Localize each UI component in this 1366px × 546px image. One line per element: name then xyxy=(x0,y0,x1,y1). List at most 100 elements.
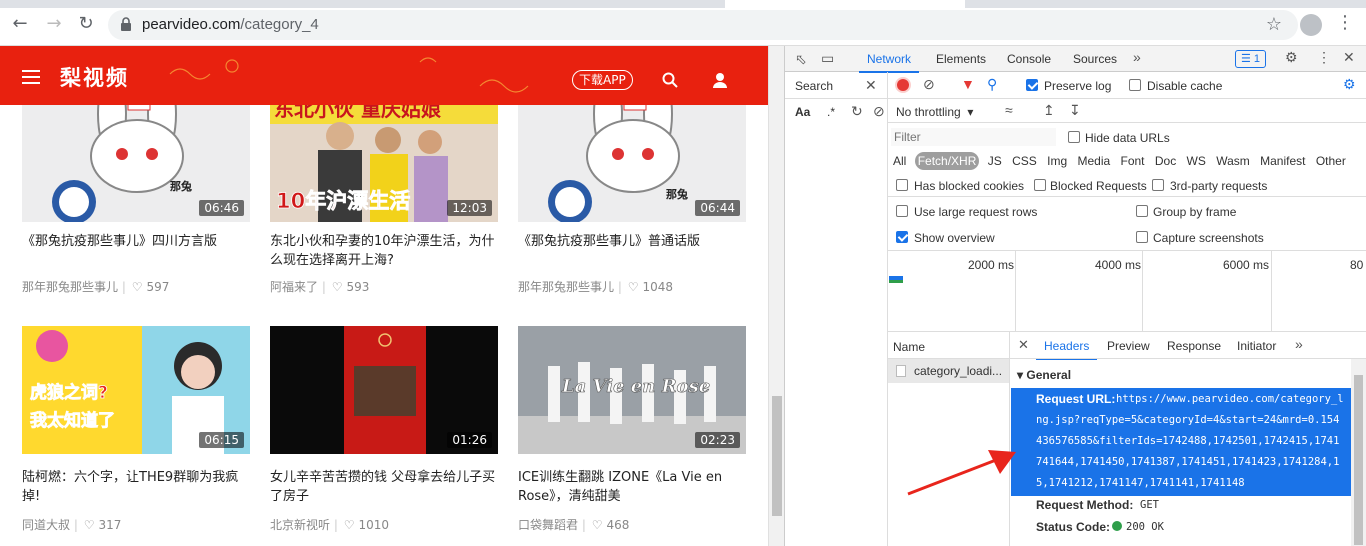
filter-input[interactable] xyxy=(891,128,1056,146)
regex-icon[interactable]: .* xyxy=(827,105,835,119)
user-icon[interactable] xyxy=(712,72,728,88)
video-thumbnail[interactable]: La Vie en Rose 02:23 xyxy=(518,326,746,454)
video-thumbnail[interactable]: 东北小伙 重庆姑娘 10年沪漂生活 12:03 xyxy=(270,94,498,222)
filter-icon[interactable]: ▼ xyxy=(961,76,975,92)
author-name[interactable]: 阿福来了 xyxy=(270,280,318,294)
video-title[interactable]: ICE训练生翻跳 IZONE《La Vie en Rose》，清纯甜美 xyxy=(518,468,746,506)
network-conditions-icon[interactable]: ≈ xyxy=(1005,102,1013,118)
preserve-log-checkbox[interactable] xyxy=(1026,79,1038,91)
site-logo[interactable]: 梨视频 xyxy=(60,62,129,92)
author-name[interactable]: 那年那兔那些事儿 xyxy=(22,280,118,294)
network-settings-gear-icon[interactable]: ⚙ xyxy=(1343,76,1356,93)
type-filter-all[interactable]: All xyxy=(891,152,908,170)
request-row[interactable]: category_loadi... xyxy=(888,359,1009,383)
video-card[interactable]: 那兔 06:46 《那兔抗疫那些事儿》四川方言版 那年那兔那些事儿 | ♡ 597 xyxy=(22,94,250,314)
tab-headers[interactable]: Headers xyxy=(1035,339,1098,360)
bookmark-star-icon[interactable]: ☆ xyxy=(1266,14,1282,35)
active-tab[interactable] xyxy=(725,0,965,8)
blocked-requests-checkbox[interactable] xyxy=(1034,179,1046,191)
type-filter-ws[interactable]: WS xyxy=(1185,152,1208,170)
close-devtools-icon[interactable]: ✕ xyxy=(1343,49,1355,66)
scrollbar-thumb[interactable] xyxy=(772,396,782,516)
tab-response[interactable]: Response xyxy=(1167,339,1221,353)
settings-gear-icon[interactable]: ⚙ xyxy=(1285,49,1298,66)
search-network-icon[interactable]: ⚲ xyxy=(987,76,997,93)
video-card[interactable]: 那兔 06:44 《那兔抗疫那些事儿》普通话版 那年那兔那些事儿 | ♡ 1048 xyxy=(518,94,746,314)
clear-search-icon[interactable]: ⊘ xyxy=(873,103,885,120)
search-icon[interactable] xyxy=(662,72,678,88)
request-url-value[interactable]: 741644,1741450,1741387,1741451,1741423,1… xyxy=(1036,456,1339,468)
issues-badge[interactable]: ☰ 1 xyxy=(1235,50,1267,68)
request-url-value[interactable]: 436576585&filterIds=1742488,1742501,1742… xyxy=(1036,435,1339,447)
reload-icon[interactable]: ↻ xyxy=(76,14,96,34)
type-filter-wasm[interactable]: Wasm xyxy=(1214,152,1252,170)
profile-avatar-icon[interactable] xyxy=(1300,14,1322,36)
clear-log-icon[interactable]: ⊘ xyxy=(923,76,935,93)
capture-screenshots-checkbox[interactable] xyxy=(1136,231,1148,243)
close-search-icon[interactable]: ✕ xyxy=(865,77,877,94)
video-card[interactable]: La Vie en Rose 02:23 ICE训练生翻跳 IZONE《La V… xyxy=(518,326,746,546)
video-title[interactable]: 东北小伙和孕妻的10年沪漂生活，为什么现在选择离开上海? xyxy=(270,232,498,270)
disable-cache-checkbox[interactable] xyxy=(1129,79,1141,91)
author-name[interactable]: 那年那兔那些事儿 xyxy=(518,280,614,294)
more-detail-tabs-icon[interactable]: » xyxy=(1295,336,1303,352)
video-card[interactable]: 东北小伙 重庆姑娘 10年沪漂生活 12:03 东北小伙和孕妻的10年沪漂生活，… xyxy=(270,94,498,314)
menu-icon[interactable] xyxy=(22,70,40,88)
type-filter-other[interactable]: Other xyxy=(1314,152,1348,170)
device-toolbar-icon[interactable]: ▭ xyxy=(821,50,834,67)
third-party-checkbox[interactable] xyxy=(1152,179,1164,191)
type-filter-img[interactable]: Img xyxy=(1045,152,1069,170)
heart-icon[interactable]: ♡ xyxy=(332,280,343,294)
heart-icon[interactable]: ♡ xyxy=(628,280,639,294)
name-column-header[interactable]: Name xyxy=(893,340,925,354)
video-title[interactable]: 《那兔抗疫那些事儿》普通话版 xyxy=(518,232,746,251)
video-thumbnail[interactable]: 那兔 06:44 xyxy=(518,94,746,222)
video-card[interactable]: 虎狼之词? 我太知道了 06:15 陆柯燃：六个字，让THE9群聊为我疯掉! 同… xyxy=(22,326,250,546)
match-case-icon[interactable]: Aa xyxy=(795,105,810,119)
devtools-menu-icon[interactable]: ⋮ xyxy=(1317,49,1331,66)
video-thumbnail[interactable]: 那兔 06:46 xyxy=(22,94,250,222)
type-filter-fetch-xhr[interactable]: Fetch/XHR xyxy=(914,152,980,170)
detail-scrollbar-thumb[interactable] xyxy=(1354,375,1363,545)
detail-scrollbar[interactable] xyxy=(1351,359,1366,546)
general-section-toggle[interactable]: ▾ General xyxy=(1017,368,1071,382)
video-thumbnail[interactable]: 01:26 xyxy=(270,326,498,454)
forward-icon[interactable]: → xyxy=(44,14,64,34)
request-url-value[interactable]: ng.jsp?reqType=5&categoryId=4&start=24&m… xyxy=(1036,414,1339,426)
hide-data-urls-checkbox[interactable] xyxy=(1068,131,1080,143)
show-overview-checkbox[interactable] xyxy=(896,231,908,243)
back-icon[interactable]: ← xyxy=(10,14,30,34)
request-url-value[interactable]: 5,1741212,1741147,1741141,1741148 xyxy=(1036,477,1245,489)
tab-network[interactable]: Network xyxy=(858,52,920,73)
heart-icon[interactable]: ♡ xyxy=(132,280,143,294)
type-filter-doc[interactable]: Doc xyxy=(1153,152,1178,170)
video-title[interactable]: 陆柯燃：六个字，让THE9群聊为我疯掉! xyxy=(22,468,250,506)
tab-initiator[interactable]: Initiator xyxy=(1237,339,1276,353)
download-app-button[interactable]: 下载APP xyxy=(572,70,633,90)
import-har-icon[interactable]: ↥ xyxy=(1043,102,1055,119)
author-name[interactable]: 北京新视听 xyxy=(270,518,330,532)
author-name[interactable]: 口袋舞蹈君 xyxy=(518,518,578,532)
close-detail-icon[interactable]: ✕ xyxy=(1018,337,1029,353)
request-url-value[interactable]: https://www.pearvideo.com/category_l xyxy=(1116,393,1344,405)
tab-preview[interactable]: Preview xyxy=(1107,339,1150,353)
type-filter-media[interactable]: Media xyxy=(1075,152,1112,170)
inspect-element-icon[interactable]: ⬁ xyxy=(795,51,807,68)
type-filter-css[interactable]: CSS xyxy=(1010,152,1039,170)
author-name[interactable]: 同道大叔 xyxy=(22,518,70,532)
video-title[interactable]: 女儿辛辛苦苦攒的钱 父母拿去给儿子买了房子 xyxy=(270,468,498,506)
video-title[interactable]: 《那兔抗疫那些事儿》四川方言版 xyxy=(22,232,250,251)
type-filter-js[interactable]: JS xyxy=(986,152,1004,170)
large-rows-checkbox[interactable] xyxy=(896,205,908,217)
record-icon[interactable] xyxy=(897,79,909,91)
refresh-search-icon[interactable]: ↻ xyxy=(851,103,863,120)
page-scrollbar[interactable] xyxy=(768,46,784,546)
has-blocked-cookies-checkbox[interactable] xyxy=(896,179,908,191)
tab-elements[interactable]: Elements xyxy=(936,52,986,66)
type-filter-font[interactable]: Font xyxy=(1119,152,1147,170)
heart-icon[interactable]: ♡ xyxy=(592,518,603,532)
export-har-icon[interactable]: ↧ xyxy=(1069,102,1081,119)
video-card[interactable]: 01:26 女儿辛辛苦苦攒的钱 父母拿去给儿子买了房子 北京新视听 | ♡ 101… xyxy=(270,326,498,546)
type-filter-manifest[interactable]: Manifest xyxy=(1258,152,1307,170)
tab-sources[interactable]: Sources xyxy=(1073,52,1117,66)
